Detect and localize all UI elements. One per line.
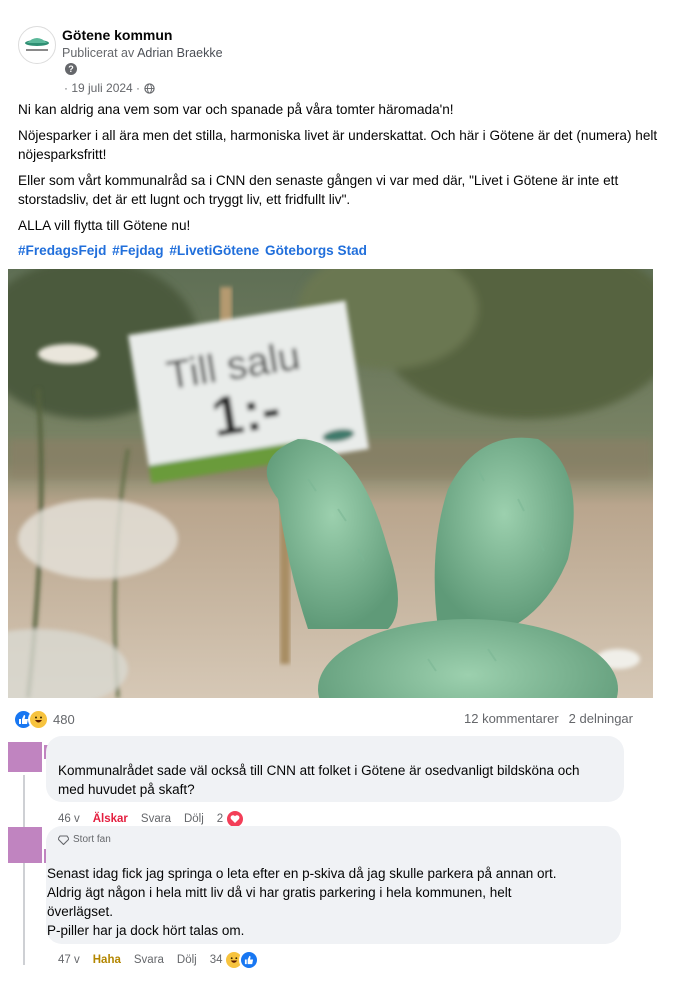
publisher-line: Publicerat av Adrian Braekke bbox=[62, 46, 223, 60]
post-date[interactable]: · 19 juli 2024 · bbox=[64, 81, 140, 95]
post-paragraph: Ni kan aldrig ana vem som var och spanad… bbox=[18, 102, 454, 117]
hashtag-link[interactable]: #FredagsFejd bbox=[18, 243, 106, 258]
like-icon bbox=[238, 950, 259, 970]
comment-actions: 47 v Haha Svara Dölj 34 bbox=[58, 950, 259, 970]
page-avatar[interactable] bbox=[18, 26, 56, 64]
comment-line: Senast idag fick jag springa o leta efte… bbox=[47, 866, 557, 881]
page-name[interactable]: Götene kommun bbox=[62, 27, 172, 43]
hashtag-link[interactable]: #Fejdag bbox=[112, 243, 163, 258]
comment-text: Senast idag fick jag springa o leta efte… bbox=[47, 864, 557, 940]
top-fan-badge: Stort fan bbox=[58, 834, 111, 845]
globe-icon bbox=[144, 82, 155, 94]
diamond-icon bbox=[58, 834, 69, 845]
publisher-prefix: Publicerat av bbox=[62, 46, 135, 60]
post-date-row[interactable]: · 19 juli 2024 · bbox=[64, 81, 155, 95]
comment-line: överlägset. bbox=[47, 904, 114, 919]
reactions-count[interactable]: 480 bbox=[53, 712, 75, 727]
comment-line: Aldrig ägt någon i hela mitt liv då vi h… bbox=[47, 885, 512, 900]
badge-label: Stort fan bbox=[73, 834, 111, 845]
comment-line: Kommunalrådet sade väl också till CNN at… bbox=[58, 763, 580, 778]
sign-text-line2: 1:- bbox=[207, 376, 284, 449]
publisher-name[interactable]: Adrian Braekke bbox=[137, 46, 222, 60]
help-icon[interactable]: ? bbox=[65, 63, 77, 75]
shares-count[interactable]: 2 delningar bbox=[569, 711, 633, 726]
post-body: Ni kan aldrig ana vem som var och spanad… bbox=[18, 100, 668, 267]
comment-reaction-count: 34 bbox=[209, 954, 223, 966]
post-stats: 12 kommentarer 2 delningar bbox=[464, 711, 633, 726]
redacted-avatar bbox=[8, 827, 42, 863]
post-photo[interactable]: Till salu 1:- bbox=[8, 269, 653, 698]
love-reaction-button[interactable]: Älskar bbox=[93, 813, 128, 825]
redacted-avatar bbox=[8, 742, 42, 772]
reply-button[interactable]: Svara bbox=[141, 813, 171, 825]
hashtag-link[interactable]: #LivetiGötene bbox=[169, 243, 259, 258]
haha-reaction-button[interactable]: Haha bbox=[93, 954, 121, 966]
reply-button[interactable]: Svara bbox=[134, 954, 164, 966]
reaction-summary[interactable]: 480 bbox=[13, 709, 75, 730]
comments-count[interactable]: 12 kommentarer bbox=[464, 711, 559, 726]
comment-line: med huvudet på skaft? bbox=[58, 782, 195, 797]
haha-reaction-icon bbox=[28, 709, 49, 730]
gotene-logo-icon bbox=[25, 38, 49, 51]
tagged-page-link[interactable]: Göteborgs Stad bbox=[265, 243, 367, 258]
hide-button[interactable]: Dölj bbox=[177, 954, 197, 966]
comment-time[interactable]: 47 v bbox=[58, 954, 80, 966]
comment-reaction-count: 2 bbox=[216, 813, 224, 825]
comment-line: P-piller har ja dock hört talas om. bbox=[47, 923, 245, 938]
post-paragraph: ALLA vill flytta till Götene nu! bbox=[18, 217, 191, 233]
comment-reaction-summary[interactable]: 34 bbox=[210, 950, 259, 970]
post-paragraph: Eller som vårt kommunalråd sa i CNN den … bbox=[18, 172, 619, 208]
thread-line bbox=[23, 775, 25, 965]
comment-time[interactable]: 46 v bbox=[58, 813, 80, 825]
hide-button[interactable]: Dölj bbox=[184, 813, 204, 825]
hashtag-row: #FredagsFejd #Fejdag #LivetiGötene Göteb… bbox=[18, 241, 668, 261]
comment-text: Kommunalrådet sade väl också till CNN at… bbox=[58, 761, 580, 799]
plush-rabbit-photo: Till salu 1:- bbox=[8, 269, 653, 698]
post-paragraph: Nöjesparker i all ära men det stilla, ha… bbox=[18, 127, 658, 163]
